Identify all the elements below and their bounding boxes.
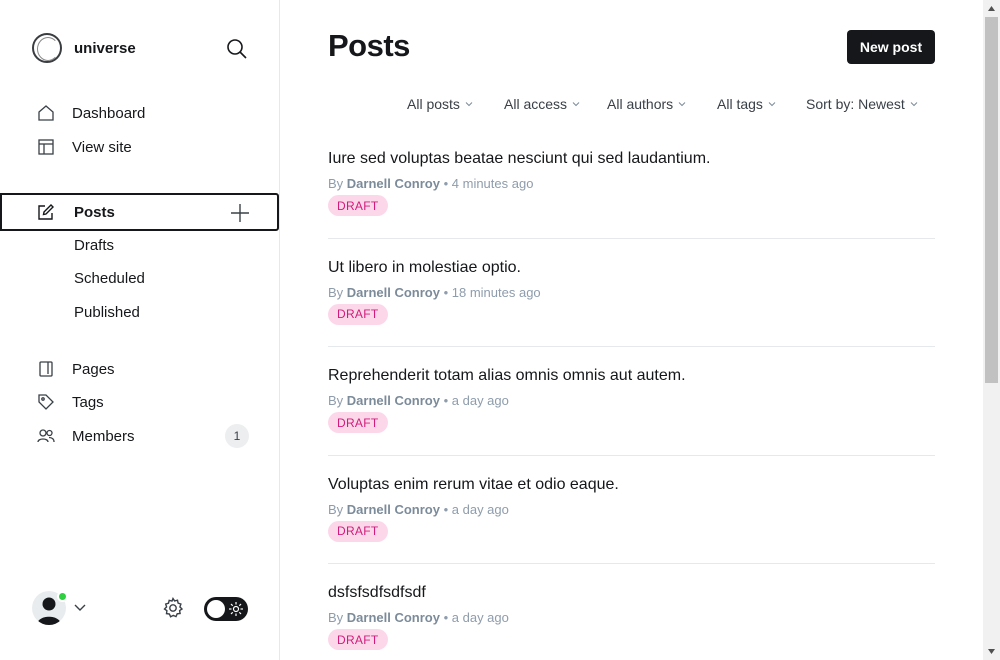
post-time: • a day ago [443,610,509,625]
status-badge: DRAFT [328,629,388,650]
post-by: By [328,176,344,191]
brand[interactable]: universe [32,32,136,64]
sidebar-item-label: Posts [74,203,115,221]
toggle-knob [207,600,225,618]
filter-access[interactable]: All access [504,96,580,112]
scroll-down-arrow-icon[interactable] [987,647,996,656]
status-badge: DRAFT [328,412,388,433]
sidebar-item-pages[interactable]: Pages [0,352,279,386]
online-status-dot [57,591,68,602]
sidebar-item-tags[interactable]: Tags [0,385,279,419]
post-time: • 18 minutes ago [443,284,541,300]
scroll-up-arrow-icon[interactable] [987,4,996,13]
filter-sort[interactable]: Sort by: Newest [806,96,918,112]
post-title[interactable]: Voluptas enim rerum vitae et odio eaque. [328,476,619,494]
post-by: By [328,393,344,408]
filter-label: All access [504,96,568,112]
post-meta: By Darnell Conroy • 18 minutes ago [328,285,541,300]
chevron-down-icon [678,102,686,107]
scrollbar-thumb[interactable] [985,17,998,383]
filter-tags[interactable]: All tags [717,96,776,112]
home-icon [38,105,54,121]
filter-authors[interactable]: All authors [607,96,686,112]
page-icon [39,361,53,377]
status-badge: DRAFT [328,195,388,216]
edit-icon [38,204,54,220]
chevron-down-icon [465,102,473,107]
filter-post-type[interactable]: All posts [407,96,473,112]
chevron-down-icon [910,102,918,107]
sidebar-item-label: Dashboard [72,104,146,122]
brand-logo [32,33,62,63]
chevron-down-icon [572,102,580,107]
post-by: By [328,610,344,625]
sidebar-item-dashboard[interactable]: Dashboard [0,96,279,130]
search-icon[interactable] [224,36,250,62]
sidebar-item-published[interactable]: Published [74,304,140,321]
sidebar-item-scheduled[interactable]: Scheduled [74,270,145,287]
post-list-item[interactable]: Reprehenderit totam alias omnis omnis au… [328,347,935,456]
post-by: By [328,501,344,517]
post-meta: By Darnell Conroy • a day ago [328,610,509,625]
sidebar-item-label: Members [72,427,135,445]
new-post-button[interactable]: New post [847,30,935,64]
post-meta: By Darnell Conroy • a day ago [328,502,509,517]
post-author: Darnell Conroy [346,610,440,625]
post-title[interactable]: Ut libero in molestiae optio. [328,259,521,277]
members-icon [37,429,55,443]
post-list: Iure sed voluptas beatae nesciunt qui se… [328,130,935,660]
sidebar-item-drafts[interactable]: Drafts [74,237,114,254]
post-list-item[interactable]: dsfsfsdfsdfsdf By Darnell Conroy • a day… [328,564,935,660]
brand-name: universe [74,39,136,57]
sidebar-item-posts[interactable]: Posts [0,193,279,231]
chevron-down-icon [768,102,776,107]
post-title[interactable]: Reprehenderit totam alias omnis omnis au… [328,367,686,385]
post-by: By [328,284,344,300]
post-title[interactable]: Iure sed voluptas beatae nesciunt qui se… [328,150,710,168]
members-count-badge: 1 [225,424,249,448]
plus-icon[interactable] [230,203,250,223]
post-author: Darnell Conroy [346,284,440,300]
post-list-item[interactable]: Iure sed voluptas beatae nesciunt qui se… [328,130,935,239]
post-author: Darnell Conroy [346,501,440,517]
filter-label: Sort by: Newest [806,96,905,112]
post-meta: By Darnell Conroy • 4 minutes ago [328,176,533,191]
filter-label: All posts [407,96,460,112]
sidebar-item-view-site[interactable]: View site [0,130,279,164]
tag-icon [38,394,54,410]
chevron-down-icon[interactable] [73,600,87,614]
post-author: Darnell Conroy [346,176,440,191]
sidebar-item-label: Tags [72,393,104,411]
sidebar-item-label: View site [72,138,132,156]
filter-label: All authors [607,96,674,112]
sun-icon [229,602,243,616]
post-author: Darnell Conroy [346,393,440,408]
sidebar: universe Dashboard View site Posts Draft… [0,0,280,660]
post-time: • a day ago [443,501,509,517]
theme-toggle[interactable] [204,597,248,621]
post-time: • a day ago [443,393,509,408]
status-badge: DRAFT [328,303,388,325]
gear-icon[interactable] [161,596,185,620]
sidebar-item-label: Pages [72,360,115,378]
vertical-scrollbar[interactable] [983,0,1000,660]
filter-label: All tags [717,96,763,112]
post-title[interactable]: dsfsfsdfsdfsdf [328,584,426,602]
layout-icon [38,139,54,155]
post-list-item[interactable]: Ut libero in molestiae optio. By Darnell… [328,239,935,347]
post-meta: By Darnell Conroy • a day ago [328,393,509,408]
post-list-item[interactable]: Voluptas enim rerum vitae et odio eaque.… [328,456,935,564]
page-title: Posts [328,28,410,63]
status-badge: DRAFT [328,520,388,542]
post-time: • 4 minutes ago [443,176,534,191]
